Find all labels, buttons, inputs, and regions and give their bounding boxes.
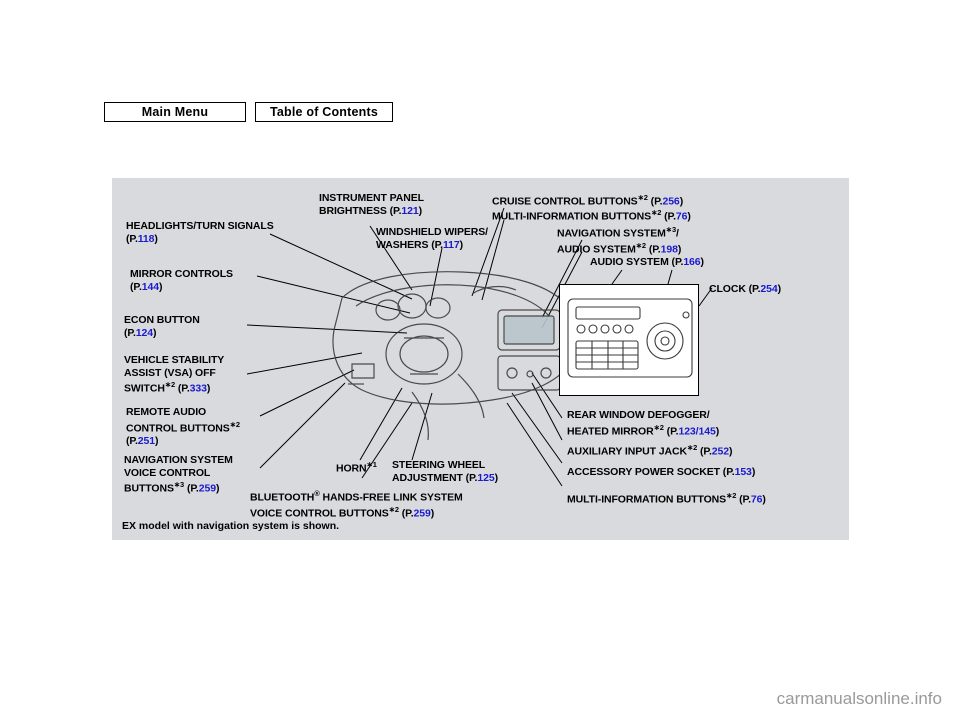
label-navigation-system-audio-system: NAVIGATION SYSTEM∗3/ AUDIO SYSTEM∗2 (P.1… bbox=[557, 225, 682, 256]
dashboard-overview-panel: HEADLIGHTS/TURN SIGNALS (P.118) MIRROR C… bbox=[112, 178, 849, 540]
main-menu-label: Main Menu bbox=[141, 105, 209, 119]
audio-unit-callout bbox=[559, 284, 699, 396]
label-remote-audio-control-buttons: REMOTE AUDIO CONTROL BUTTONS∗2 (P.251) bbox=[126, 406, 240, 447]
label-steering-wheel-adjustment: STEERING WHEEL ADJUSTMENT (P.125) bbox=[392, 459, 498, 484]
page-ref-198[interactable]: 198 bbox=[661, 244, 678, 256]
page-ref-124[interactable]: 124 bbox=[136, 327, 153, 339]
page-ref-251[interactable]: 251 bbox=[138, 435, 155, 447]
label-bluetooth-handsfree-link: BLUETOOTH® HANDS-FREE LINK SYSTEM VOICE … bbox=[250, 489, 463, 520]
page-ref-333[interactable]: 333 bbox=[190, 383, 207, 395]
page-ref-76-bottom[interactable]: 76 bbox=[751, 494, 763, 506]
table-of-contents-label: Table of Contents bbox=[269, 105, 379, 119]
page-ref-259-nav[interactable]: 259 bbox=[199, 483, 216, 495]
label-multi-information-buttons-top: MULTI-INFORMATION BUTTONS∗2 (P.76) bbox=[492, 208, 691, 223]
watermark: carmanualsonline.info bbox=[776, 689, 942, 708]
label-vehicle-stability-assist: VEHICLE STABILITY ASSIST (VSA) OFF SWITC… bbox=[124, 354, 225, 395]
page-ref-153[interactable]: 153 bbox=[735, 466, 752, 478]
label-horn: HORN∗1 bbox=[336, 460, 377, 475]
label-accessory-power-socket: ACCESSORY POWER SOCKET (P.153) bbox=[567, 466, 756, 478]
audio-unit-illustration bbox=[567, 298, 693, 378]
main-menu-button[interactable]: Main Menu bbox=[104, 102, 246, 122]
page-ref-125[interactable]: 125 bbox=[477, 472, 494, 484]
label-headlights-turn-signals: HEADLIGHTS/TURN SIGNALS (P.118) bbox=[126, 220, 274, 245]
page-ref-117[interactable]: 117 bbox=[443, 239, 460, 251]
label-multi-information-buttons-bottom: MULTI-INFORMATION BUTTONS∗2 (P.76) bbox=[567, 491, 766, 506]
label-auxiliary-input-jack: AUXILIARY INPUT JACK∗2 (P.252) bbox=[567, 443, 733, 458]
label-clock: CLOCK (P.254) bbox=[709, 283, 782, 295]
label-windshield-wipers-washers: WINDSHIELD WIPERS/ WASHERS (P.117) bbox=[376, 226, 488, 251]
table-of-contents-button[interactable]: Table of Contents bbox=[255, 102, 393, 122]
page-ref-254[interactable]: 254 bbox=[760, 283, 777, 295]
page-ref-76-top[interactable]: 76 bbox=[676, 211, 688, 223]
label-rear-window-defogger-heated-mirror: REAR WINDOW DEFOGGER/ HEATED MIRROR∗2 (P… bbox=[567, 409, 720, 437]
page-ref-123-145[interactable]: 123/145 bbox=[678, 425, 715, 437]
label-audio-system: AUDIO SYSTEM (P.166) bbox=[590, 256, 704, 268]
page-ref-259-bt[interactable]: 259 bbox=[414, 508, 431, 520]
page-ref-118[interactable]: 118 bbox=[138, 233, 155, 245]
page-ref-252[interactable]: 252 bbox=[712, 446, 729, 458]
label-mirror-controls: MIRROR CONTROLS (P.144) bbox=[130, 268, 233, 293]
label-econ-button: ECON BUTTON (P.124) bbox=[124, 314, 200, 339]
label-cruise-control-buttons: CRUISE CONTROL BUTTONS∗2 (P.256) bbox=[492, 193, 684, 208]
page-ref-144[interactable]: 144 bbox=[142, 281, 159, 293]
label-navigation-system-voice-control-buttons: NAVIGATION SYSTEM VOICE CONTROL BUTTONS∗… bbox=[124, 454, 233, 495]
label-instrument-panel-brightness: INSTRUMENT PANEL BRIGHTNESS (P.121) bbox=[319, 192, 424, 217]
page-ref-121[interactable]: 121 bbox=[401, 205, 418, 217]
page-ref-166[interactable]: 166 bbox=[683, 256, 700, 268]
page-ref-256[interactable]: 256 bbox=[662, 196, 679, 208]
panel-footnote: EX model with navigation system is shown… bbox=[122, 520, 340, 532]
page-root: Main Menu Table of Contents HEADLIGHTS/T… bbox=[0, 0, 960, 723]
